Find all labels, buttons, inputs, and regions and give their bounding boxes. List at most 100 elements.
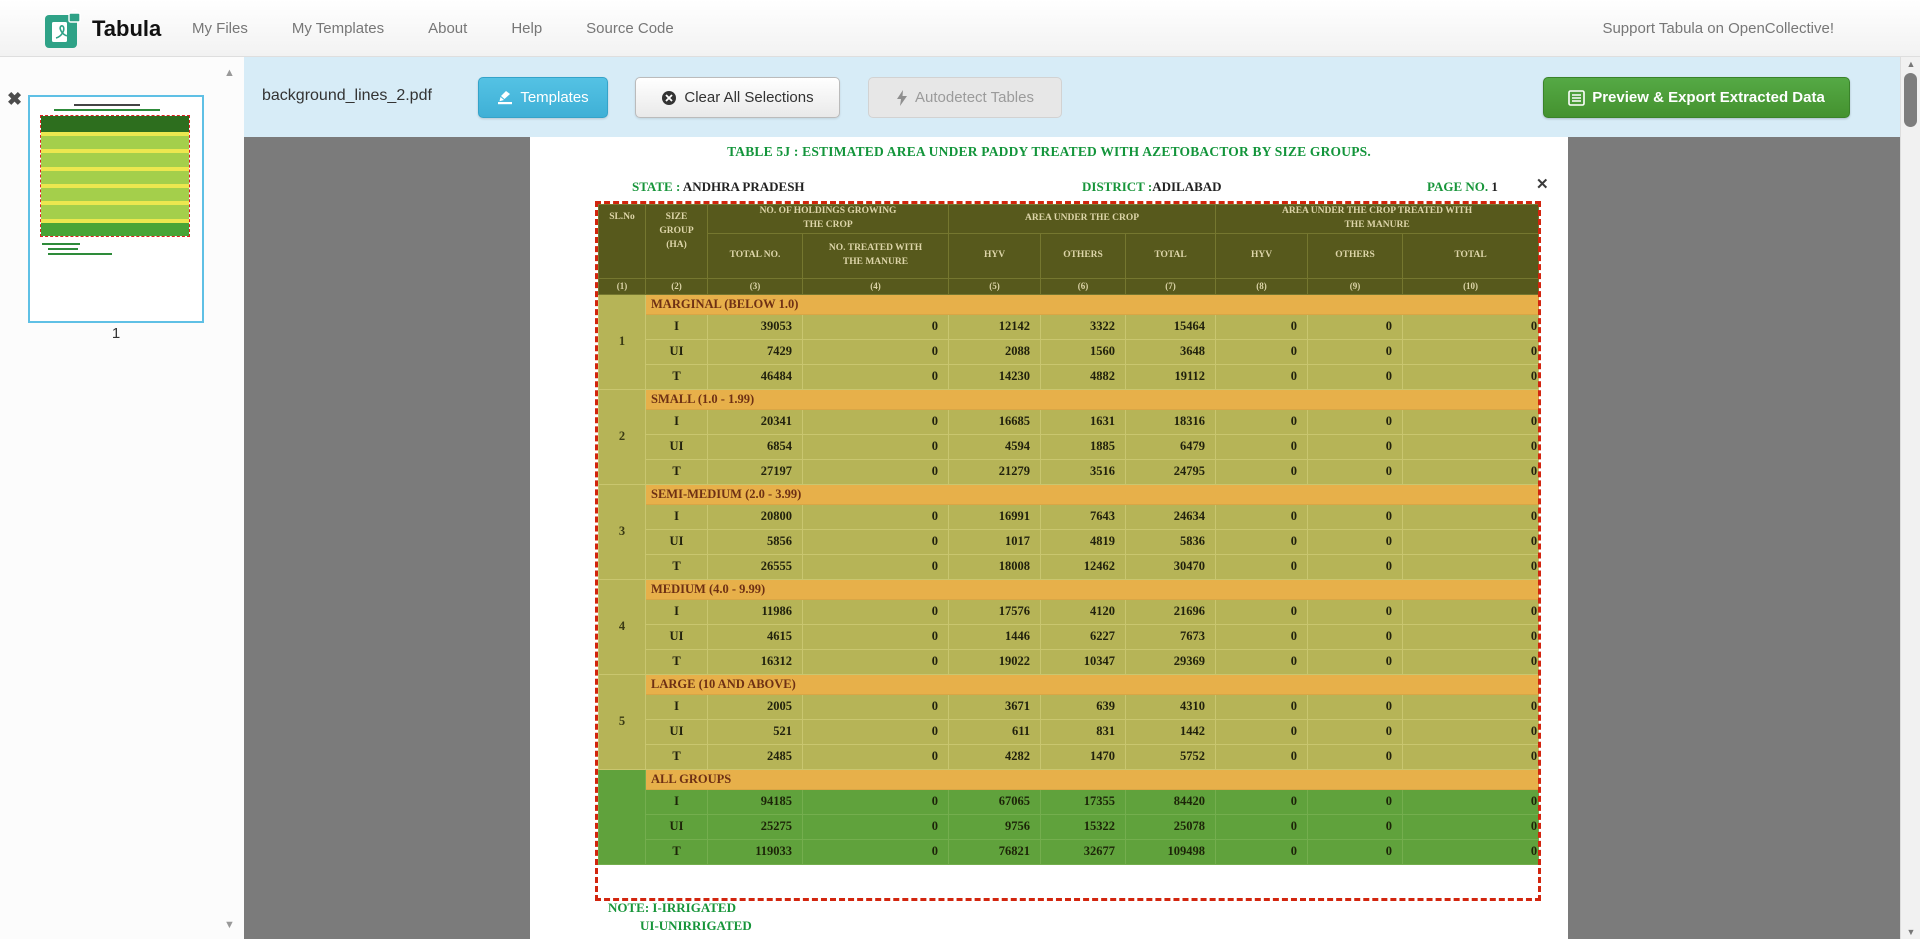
data-cell: 0: [1216, 694, 1308, 719]
thumb-table-header: [41, 116, 189, 132]
selection-close-icon[interactable]: ✕: [1536, 175, 1549, 193]
data-cell: 831: [1041, 719, 1126, 744]
district-field: DISTRICT :ADILABAD: [1082, 179, 1222, 195]
row-label: T: [646, 839, 708, 864]
scrollbar-up-icon[interactable]: ▲: [1901, 59, 1920, 69]
data-cell: 0: [1216, 814, 1308, 839]
data-cell: 0: [1403, 529, 1539, 554]
nav-item-my-templates[interactable]: My Templates: [270, 20, 406, 37]
thumb-note-line: [48, 248, 78, 250]
row-label: I: [646, 409, 708, 434]
template-save-icon: [497, 90, 513, 105]
data-cell: 5856: [708, 529, 803, 554]
header-colnum-6: (6): [1041, 278, 1126, 294]
data-cell: 0: [1403, 694, 1539, 719]
page-thumbnail[interactable]: [28, 95, 204, 323]
thumb-note-line: [42, 243, 80, 245]
nav-item-source-code[interactable]: Source Code: [564, 20, 696, 37]
remove-page-icon[interactable]: ✖: [7, 90, 22, 108]
nav-item-about[interactable]: About: [406, 20, 489, 37]
thumb-title-line: [74, 104, 140, 106]
thumb-rows-stripe: [41, 153, 189, 166]
preview-export-button[interactable]: Preview & Export Extracted Data: [1543, 77, 1850, 118]
header-sub-2: HYV: [949, 233, 1041, 278]
window-scrollbar[interactable]: ▲ ▼: [1900, 57, 1920, 939]
autodetect-tables-button[interactable]: Autodetect Tables: [868, 77, 1062, 118]
autodetect-tables-label: Autodetect Tables: [915, 89, 1034, 106]
scrollbar-down-icon[interactable]: ▼: [1901, 927, 1920, 937]
group-band-6: ALL GROUPS: [646, 769, 1539, 789]
data-cell: 0: [1308, 339, 1403, 364]
remove-circle-icon: [661, 90, 677, 106]
data-cell: 0: [1308, 719, 1403, 744]
tabula-logo-icon[interactable]: [44, 9, 84, 49]
data-cell: 0: [803, 364, 949, 389]
data-cell: 15322: [1041, 814, 1126, 839]
data-cell: 4882: [1041, 364, 1126, 389]
header-sub-7: TOTAL: [1403, 233, 1539, 278]
header-colnum-7: (7): [1126, 278, 1216, 294]
nav-item-help[interactable]: Help: [489, 20, 564, 37]
data-cell: 0: [1308, 409, 1403, 434]
header-colnum-8: (8): [1216, 278, 1308, 294]
header-group-2: AREA UNDER THE CROP TREATED WITH THE MAN…: [1216, 205, 1539, 234]
header-sub-1: NO. TREATED WITH THE MANURE: [803, 233, 949, 278]
data-cell: 11986: [708, 599, 803, 624]
header-slno: SL.No: [599, 205, 646, 279]
data-cell: 0: [1308, 649, 1403, 674]
data-cell: 29369: [1126, 649, 1216, 674]
data-cell: 12142: [949, 314, 1041, 339]
data-cell: 18008: [949, 554, 1041, 579]
header-colnum-3: (3): [708, 278, 803, 294]
slno-cell-5: 5: [599, 674, 646, 769]
note-line: UI-UNIRRIGATED: [640, 918, 752, 934]
note-line: NOTE: I-IRRIGATED: [608, 900, 736, 916]
slno-cell-2: 2: [599, 389, 646, 484]
data-cell: 0: [1403, 814, 1539, 839]
data-cell: 6479: [1126, 434, 1216, 459]
data-cell: 1446: [949, 624, 1041, 649]
data-cell: 7673: [1126, 624, 1216, 649]
data-cell: 0: [1216, 719, 1308, 744]
data-cell: 17576: [949, 599, 1041, 624]
data-cell: 0: [1216, 364, 1308, 389]
support-link[interactable]: Support Tabula on OpenCollective!: [1602, 0, 1834, 57]
data-cell: 26555: [708, 554, 803, 579]
templates-button[interactable]: Templates: [478, 77, 608, 118]
data-cell: 84420: [1126, 789, 1216, 814]
data-cell: 6227: [1041, 624, 1126, 649]
clear-all-selections-label: Clear All Selections: [684, 89, 813, 106]
sidebar-scroll-down-icon[interactable]: ▼: [224, 919, 235, 931]
pdf-page[interactable]: TABLE 5J : ESTIMATED AREA UNDER PADDY TR…: [530, 137, 1568, 939]
group-band-4: MEDIUM (4.0 - 9.99): [646, 579, 1539, 599]
data-cell: 1442: [1126, 719, 1216, 744]
data-cell: 0: [1308, 624, 1403, 649]
pdf-table-wrap: SL.NoSIZE GROUP (HA)NO. OF HOLDINGS GROW…: [598, 204, 1538, 865]
row-label: T: [646, 649, 708, 674]
data-cell: 0: [1216, 599, 1308, 624]
row-label: UI: [646, 434, 708, 459]
data-cell: 4594: [949, 434, 1041, 459]
brand-title[interactable]: Tabula: [92, 0, 161, 57]
data-cell: 4615: [708, 624, 803, 649]
data-cell: 611: [949, 719, 1041, 744]
data-cell: 0: [1308, 459, 1403, 484]
data-cell: 19112: [1126, 364, 1216, 389]
header-colnum-4: (4): [803, 278, 949, 294]
district-label: DISTRICT :: [1082, 179, 1152, 194]
data-cell: 0: [803, 694, 949, 719]
scrollbar-thumb[interactable]: [1904, 73, 1917, 127]
data-cell: 0: [803, 409, 949, 434]
data-cell: 0: [1403, 339, 1539, 364]
data-cell: 0: [803, 434, 949, 459]
data-cell: 0: [1308, 789, 1403, 814]
clear-all-selections-button[interactable]: Clear All Selections: [635, 77, 840, 118]
data-cell: 20341: [708, 409, 803, 434]
data-cell: 0: [803, 624, 949, 649]
thumbnail-page-number: 1: [28, 325, 204, 342]
nav-item-my-files[interactable]: My Files: [170, 20, 270, 37]
data-cell: 639: [1041, 694, 1126, 719]
sidebar-scroll-up-icon[interactable]: ▲: [224, 67, 235, 79]
nav-menu: My FilesMy TemplatesAboutHelpSource Code: [170, 0, 696, 57]
data-cell: 14230: [949, 364, 1041, 389]
